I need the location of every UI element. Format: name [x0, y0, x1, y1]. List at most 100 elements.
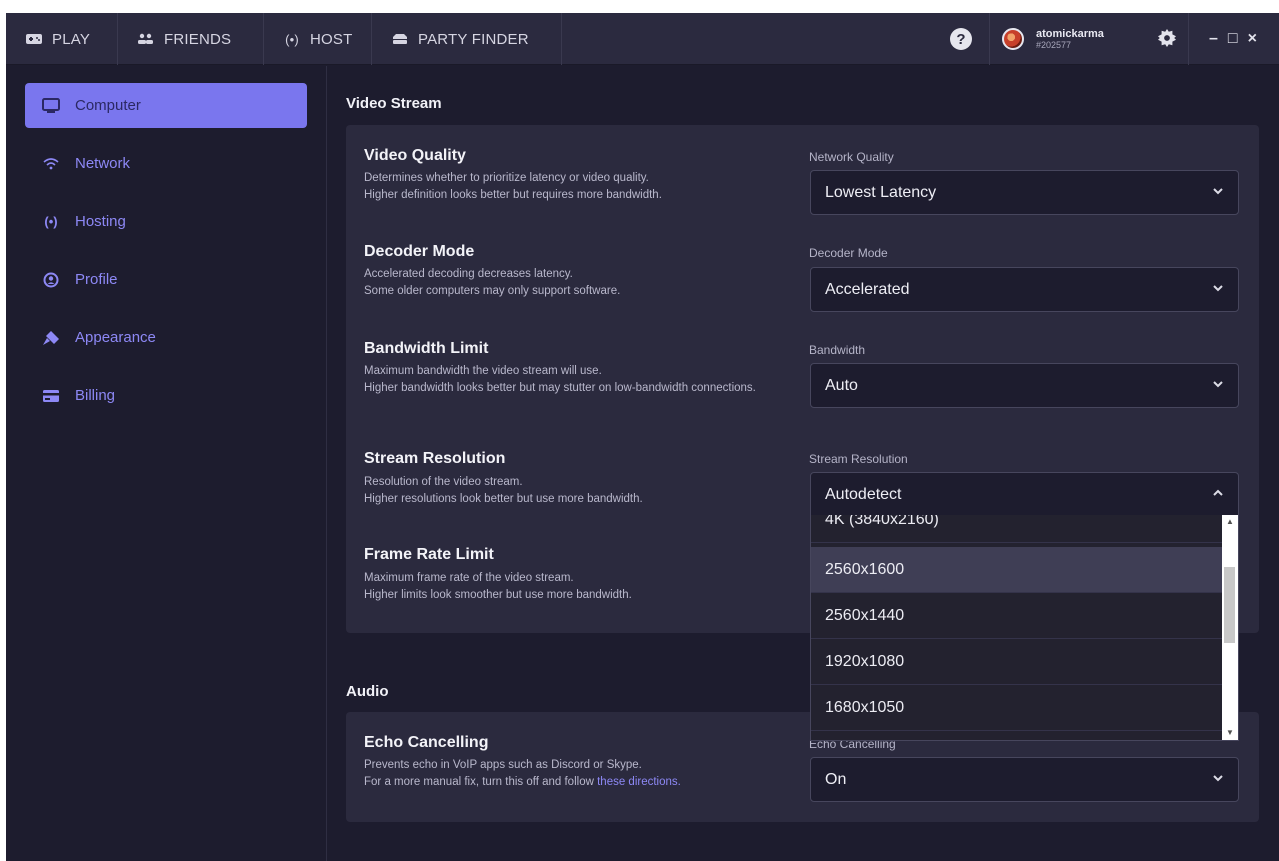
desc-line: Resolution of the video stream.	[364, 476, 523, 488]
desc-line: Higher limits look smoother but use more…	[364, 588, 632, 601]
settings-button[interactable]	[1158, 29, 1176, 52]
sidebar-item-network[interactable]: Network	[25, 141, 307, 186]
frame-rate-limit-title: Frame Rate Limit	[364, 546, 494, 563]
tab-host[interactable]: (•) HOST	[264, 13, 372, 65]
desc-line: Accelerated decoding decreases latency.	[364, 268, 573, 280]
user-name: atomickarma	[1036, 28, 1104, 40]
tab-party-finder-label: PARTY FINDER	[418, 30, 529, 48]
select-value: Auto	[825, 376, 858, 394]
party-finder-icon	[390, 33, 410, 45]
profile-icon	[39, 272, 63, 288]
sidebar-item-label: Hosting	[75, 213, 126, 230]
close-button[interactable]: ×	[1248, 30, 1257, 48]
tab-play[interactable]: PLAY	[6, 13, 118, 65]
tab-friends-label: FRIENDS	[164, 30, 232, 48]
minimize-button[interactable]: –	[1209, 30, 1218, 48]
bandwidth-limit-desc: Maximum bandwidth the video stream will …	[364, 363, 794, 396]
gamepad-icon	[24, 33, 44, 45]
select-value: Autodetect	[825, 485, 902, 503]
app-window: PLAY FRIENDS (•) HOST PARTY FINDER ? ato…	[6, 13, 1279, 861]
gear-icon	[1158, 29, 1176, 47]
chevron-down-icon	[1213, 285, 1223, 292]
bandwidth-select[interactable]: Auto	[810, 363, 1239, 408]
broadcast-icon: (•)	[44, 214, 58, 229]
chevron-down-icon	[1213, 381, 1223, 388]
select-value: Lowest Latency	[825, 183, 937, 201]
chevron-down-icon	[1213, 775, 1223, 782]
dropdown-option[interactable]: 1920x1080	[811, 639, 1222, 685]
dropdown-scrollbar[interactable]: ▲ ▼	[1222, 515, 1238, 740]
sidebar-item-label: Profile	[75, 271, 118, 288]
echo-cancelling-title: Echo Cancelling	[364, 734, 489, 751]
echo-cancelling-select[interactable]: On	[810, 757, 1239, 802]
select-value: On	[825, 770, 847, 788]
desc-line: Higher resolutions look better but use m…	[364, 492, 643, 505]
select-value: Accelerated	[825, 280, 910, 298]
video-quality-desc: Determines whether to prioritize latency…	[364, 170, 794, 203]
decoder-mode-title: Decoder Mode	[364, 243, 475, 260]
directions-link[interactable]: these directions.	[597, 776, 681, 788]
desc-line: Maximum bandwidth the video stream will …	[364, 365, 602, 377]
help-button[interactable]: ?	[950, 13, 972, 65]
sidebar-item-label: Network	[75, 155, 131, 172]
sidebar-item-label: Billing	[75, 387, 116, 404]
sidebar-item-hosting[interactable]: (•) Hosting	[25, 199, 307, 244]
scroll-up-arrow-icon[interactable]: ▲	[1225, 517, 1235, 527]
top-nav-bar: PLAY FRIENDS (•) HOST PARTY FINDER ? ato…	[6, 13, 1279, 65]
desc-line-with-link: For a more manual fix, turn this off and…	[364, 774, 794, 791]
desc-line: Higher bandwidth looks better but may st…	[364, 381, 756, 394]
chevron-down-icon	[1213, 188, 1223, 195]
desc-line: Some older computers may only support so…	[364, 284, 621, 297]
user-account[interactable]: atomickarma #202577	[989, 13, 1189, 65]
section-title-audio: Audio	[346, 683, 389, 700]
stream-resolution-desc: Resolution of the video stream. Higher r…	[364, 474, 794, 507]
network-quality-select[interactable]: Lowest Latency	[810, 170, 1239, 215]
user-tag: #202577	[1036, 40, 1072, 50]
tab-party-finder[interactable]: PARTY FINDER	[372, 13, 562, 65]
tab-friends[interactable]: FRIENDS	[118, 13, 264, 65]
echo-cancelling-desc: Prevents echo in VoIP apps such as Disco…	[364, 757, 794, 790]
dropdown-option[interactable]: 2560x1440	[811, 593, 1222, 639]
stream-resolution-title: Stream Resolution	[364, 450, 506, 467]
section-title-video: Video Stream	[346, 95, 442, 112]
stream-resolution-select[interactable]: Autodetect	[810, 472, 1239, 517]
stream-resolution-dropdown: 4K (3840x2160) 2560x1600 2560x1440 1920x…	[810, 515, 1239, 741]
decoder-mode-desc: Accelerated decoding decreases latency. …	[364, 266, 794, 299]
sidebar-item-computer[interactable]: Computer	[25, 83, 307, 128]
window-controls: – □ ×	[1209, 13, 1257, 65]
frame-rate-limit-desc: Maximum frame rate of the video stream. …	[364, 570, 794, 603]
desc-line: Higher definition looks better but requi…	[364, 188, 662, 201]
monitor-icon	[39, 97, 63, 114]
wifi-icon	[39, 157, 63, 170]
dropdown-option[interactable]: 1680x1050	[811, 685, 1222, 731]
friends-icon	[136, 33, 156, 45]
sidebar-item-label: Appearance	[75, 329, 156, 346]
desc-text: For a more manual fix, turn this off and…	[364, 775, 594, 788]
user-info: atomickarma #202577	[1036, 28, 1104, 50]
maximize-button[interactable]: □	[1228, 30, 1238, 48]
scrollbar-thumb[interactable]	[1224, 567, 1235, 643]
scroll-down-arrow-icon[interactable]: ▼	[1225, 728, 1235, 738]
video-quality-title: Video Quality	[364, 147, 466, 164]
desc-line: Prevents echo in VoIP apps such as Disco…	[364, 759, 642, 771]
billing-icon	[39, 389, 63, 403]
desc-line: Determines whether to prioritize latency…	[364, 172, 649, 184]
settings-sidebar: Computer Network (•) Hosting Profile App…	[6, 66, 327, 861]
decoder-mode-select[interactable]: Accelerated	[810, 267, 1239, 312]
network-quality-label: Network Quality	[809, 150, 894, 164]
sidebar-item-label: Computer	[75, 97, 141, 114]
bandwidth-limit-title: Bandwidth Limit	[364, 340, 489, 357]
dropdown-option[interactable]: 4K (3840x2160)	[811, 515, 1222, 543]
sidebar-item-profile[interactable]: Profile	[25, 257, 307, 302]
dropdown-option[interactable]: 2560x1600	[811, 547, 1222, 593]
stream-resolution-label: Stream Resolution	[809, 452, 908, 466]
sidebar-item-appearance[interactable]: Appearance	[25, 315, 307, 360]
chevron-up-icon	[1213, 489, 1223, 496]
desc-line: Maximum frame rate of the video stream.	[364, 572, 574, 584]
decoder-mode-label: Decoder Mode	[809, 246, 888, 260]
tab-host-label: HOST	[310, 30, 353, 48]
tab-play-label: PLAY	[52, 30, 91, 48]
sidebar-item-billing[interactable]: Billing	[25, 373, 307, 418]
bandwidth-label: Bandwidth	[809, 343, 866, 357]
broadcast-icon: (•)	[285, 31, 299, 47]
